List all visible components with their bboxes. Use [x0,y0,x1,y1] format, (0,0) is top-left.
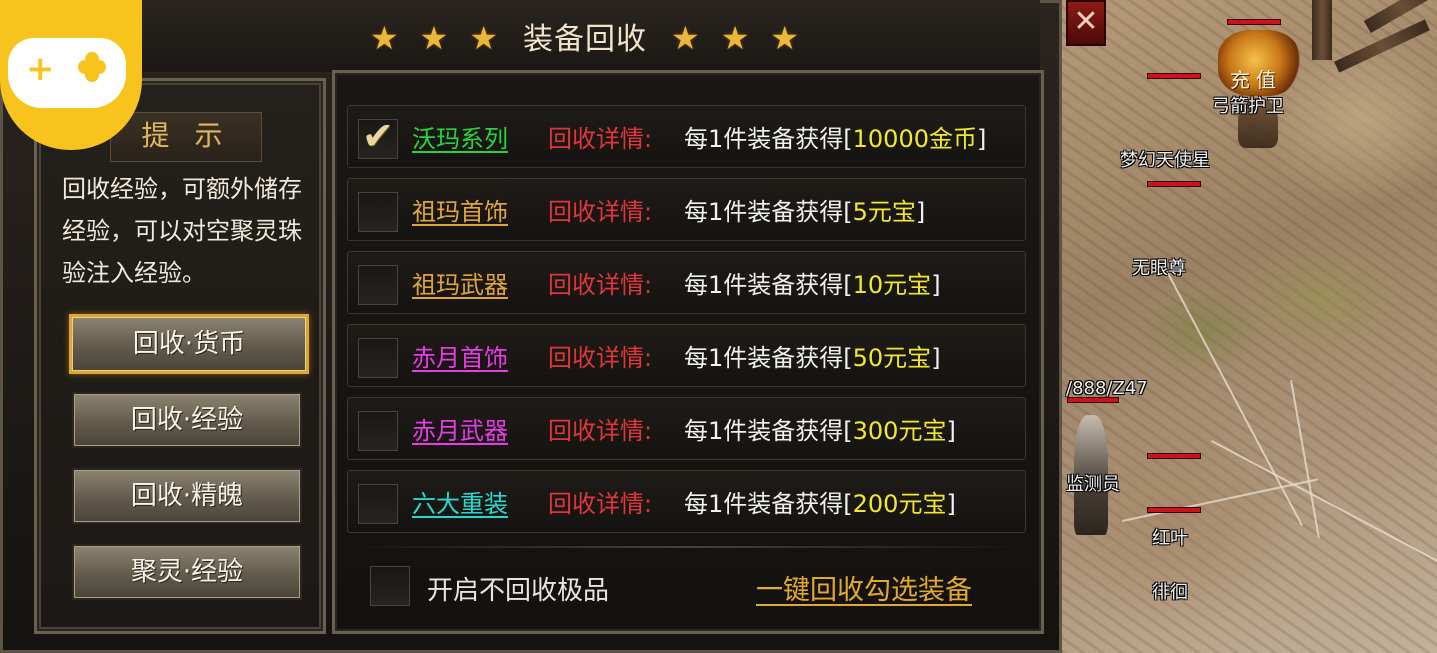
recharge-icon[interactable]: 充值 [1218,30,1300,96]
plus-icon: + [26,49,55,89]
star-icon: ★ [419,19,450,57]
recycle-reward: 每1件装备获得[50元宝] [684,344,941,372]
recycle-checkbox[interactable]: ✔ [358,114,398,159]
star-icon: ★ [671,19,701,57]
detail-label: 回收详情: [548,344,653,372]
buttons-icon [78,60,92,74]
hp-bar [1228,20,1280,24]
gamepad-icon: + [8,38,126,108]
npc-name[interactable]: 监测员 [1066,470,1120,496]
detail-label: 回收详情: [548,125,653,153]
recycle-reward: 每1件装备获得[300元宝] [684,417,956,445]
recycle-reward: 每1件装备获得[10元宝] [684,271,941,299]
one-key-recycle-link[interactable]: 一键回收勾选装备 [756,568,972,607]
title-bar: ★ ★ ★ 装备回收 ★ ★ ★ [130,0,1040,72]
star-icon: ★ [369,19,400,57]
gamepad-app-icon[interactable]: + [0,0,142,150]
npc-name[interactable]: 弓箭护卫 [1212,92,1284,118]
hp-bar [1148,74,1200,78]
recycle-reward: 每1件装备获得[200元宝] [684,490,956,518]
equipment-category-link[interactable]: 六大重装 [412,484,508,519]
detail-label: 回收详情: [548,417,653,445]
recycle-essence-button[interactable]: 回收·精魄 [72,468,302,524]
recycle-reward: 每1件装备获得[10000金币] [684,125,987,153]
recycle-row: 赤月首饰 回收详情: 每1件装备获得[50元宝] [347,324,1026,387]
recycle-checkbox[interactable] [358,265,398,305]
reward-value: 300元宝 [852,417,947,445]
npc-name[interactable]: 无眼尊 [1132,254,1186,280]
npc-name[interactable]: /888/Z47 [1066,378,1148,399]
divider [347,546,1026,548]
panel-title: ★ ★ ★ 装备回收 ★ ★ ★ [130,14,1040,58]
reward-value: 5元宝 [852,198,916,226]
equipment-category-link[interactable]: 祖玛武器 [412,265,508,300]
recharge-label: 充值 [1230,68,1282,92]
recycle-row: 六大重装 回收详情: 每1件装备获得[200元宝] [347,470,1026,533]
recycle-reward: 每1件装备获得[5元宝] [684,198,926,226]
npc-name[interactable]: 梦幻天使星 [1120,146,1210,172]
recycle-row: 祖玛首饰 回收详情: 每1件装备获得[5元宝] [347,178,1026,241]
recycle-checkbox[interactable] [358,484,398,524]
star-icon: ★ [770,19,801,57]
equipment-category-link[interactable]: 赤月首饰 [412,338,508,373]
panel-title-text: 装备回收 [523,22,647,57]
no-recycle-rare-label: 开启不回收极品 [427,576,610,606]
hp-bar [1148,182,1200,186]
detail-label: 回收详情: [548,490,653,518]
recycle-experience-button[interactable]: 回收·经验 [72,392,302,448]
tip-title: 提 示 [110,112,262,162]
hp-bar [1148,454,1200,458]
recycle-checkbox[interactable] [358,411,398,451]
npc-name[interactable]: 徘徊 [1152,578,1188,604]
close-button[interactable]: ✕ [1066,0,1106,46]
detail-label: 回收详情: [548,271,653,299]
detail-label: 回收详情: [548,198,653,226]
equipment-category-link[interactable]: 祖玛首饰 [412,192,508,227]
gather-experience-button[interactable]: 聚灵·经验 [72,544,302,600]
no-recycle-rare-checkbox[interactable] [370,566,410,606]
reward-value: 200元宝 [852,490,947,518]
tip-text: 回收经验，可额外储存经验，可以对空聚灵珠验注入经验。 [62,175,302,287]
reward-value: 50元宝 [852,344,932,372]
recycle-row: 赤月武器 回收详情: 每1件装备获得[300元宝] [347,397,1026,460]
star-icon: ★ [469,19,499,57]
npc-name[interactable]: 红叶 [1152,524,1188,550]
recycle-row: 祖玛武器 回收详情: 每1件装备获得[10元宝] [347,251,1026,314]
hp-bar [1148,508,1200,512]
equipment-category-link[interactable]: 沃玛系列 [412,119,508,154]
checkmark-icon: ✔ [362,114,394,158]
equipment-category-link[interactable]: 赤月武器 [412,411,508,446]
reward-value: 10元宝 [852,271,932,299]
recycle-row: ✔ 沃玛系列 回收详情: 每1件装备获得[10000金币] [347,105,1026,168]
recycle-checkbox[interactable] [358,192,398,232]
recycle-checkbox[interactable] [358,338,398,378]
recycle-currency-button[interactable]: 回收·货币 [69,314,309,374]
star-icon: ★ [720,19,751,57]
reward-value: 10000金币 [852,125,977,153]
